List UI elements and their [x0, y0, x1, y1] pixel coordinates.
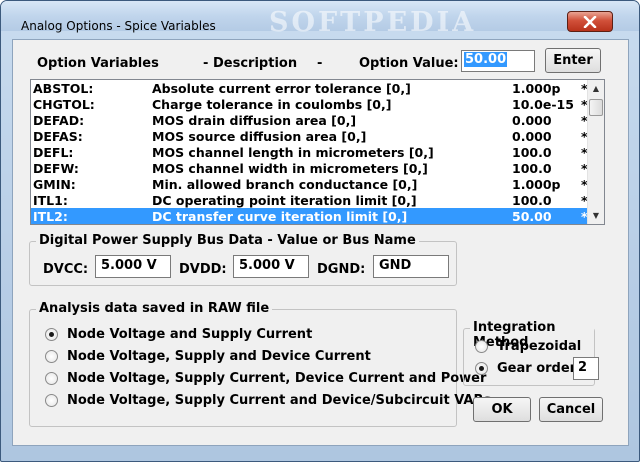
raw-option-radio[interactable] — [45, 328, 58, 341]
raw-option-radio[interactable] — [45, 350, 58, 363]
dvcc-label: DVCC: — [43, 262, 89, 277]
list-item[interactable]: CHGTOL: Charge tolerance in coulombs [0,]… — [31, 96, 588, 112]
gear-order-radio[interactable] — [475, 362, 488, 375]
variable-value: 0.000 — [512, 113, 552, 128]
scroll-up-arrow-icon[interactable]: ▲ — [588, 80, 604, 97]
list-item[interactable]: GMIN: Min. allowed branch conductance [0,… — [31, 176, 588, 192]
variable-name: ABSTOL: — [33, 81, 94, 96]
trapezoidal-label: Trapezoidal — [497, 339, 582, 354]
enter-button[interactable]: Enter — [545, 48, 601, 73]
scroll-down-arrow-icon[interactable]: ▼ — [588, 207, 604, 224]
gear-order-option[interactable]: Gear order: — [475, 361, 581, 376]
header-option-variables: Option Variables — [37, 56, 159, 71]
list-item[interactable]: ITL2: DC transfer curve iteration limit [… — [31, 208, 588, 224]
variable-value: 100.0 — [512, 145, 552, 160]
raw-option[interactable]: Node Voltage, Supply Current and Device/… — [45, 393, 491, 408]
dvdd-label: DVDD: — [179, 262, 227, 277]
dialog-client-area: Option Variables - Description - Option … — [12, 39, 629, 446]
list-item[interactable]: DEFAS: MOS source diffusion area [0,] 0.00… — [31, 128, 588, 144]
raw-option[interactable]: Node Voltage, Supply Current, Device Cur… — [45, 371, 486, 386]
variable-name: DEFW: — [33, 161, 79, 176]
raw-option-label: Node Voltage, Supply and Device Current — [67, 349, 371, 364]
variable-name: ITL1: — [33, 193, 68, 208]
gear-order-label: Gear order: — [497, 361, 582, 376]
gear-order-field[interactable]: 2 — [573, 357, 599, 380]
raw-option[interactable]: Node Voltage, Supply and Device Current — [45, 349, 371, 364]
raw-option-label: Node Voltage, Supply Current and Device/… — [67, 393, 492, 408]
variable-value: 10.0e-15 — [512, 97, 574, 112]
variable-description: MOS channel width in micrometers [0,] — [152, 161, 428, 176]
list-scrollbar[interactable]: ▲ ▼ — [587, 80, 604, 224]
variable-description: DC operating point iteration limit [0,] — [152, 193, 417, 208]
list-item[interactable]: DEFL: MOS channel length in micrometers [… — [31, 144, 588, 160]
variable-description: MOS drain diffusion area [0,] — [152, 113, 357, 128]
header-separator: - — [317, 56, 323, 71]
ok-button[interactable]: OK — [473, 397, 531, 422]
raw-option-radio[interactable] — [45, 394, 58, 407]
close-button[interactable] — [567, 11, 613, 32]
variable-name: ITL2: — [33, 209, 68, 224]
option-value-text: 50.00 — [464, 52, 508, 67]
raw-option[interactable]: Node Voltage and Supply Current — [45, 327, 312, 342]
power-group-title: Digital Power Supply Bus Data - Value or… — [36, 233, 419, 248]
variable-description: DC transfer curve iteration limit [0,] — [152, 209, 408, 224]
variable-value: 0.000 — [512, 129, 552, 144]
variable-name: DEFAS: — [33, 129, 83, 144]
dgnd-label: DGND: — [317, 262, 366, 277]
variable-name: DEFAD: — [33, 113, 85, 128]
variable-name: DEFL: — [33, 145, 74, 160]
variable-description: MOS source diffusion area [0,] — [152, 129, 367, 144]
header-option-value: Option Value: — [359, 56, 459, 71]
variable-value: 50.00 — [512, 209, 552, 224]
dvdd-field[interactable]: 5.000 V — [233, 255, 309, 278]
variable-name: CHGTOL: — [33, 97, 95, 112]
cancel-button[interactable]: Cancel — [539, 397, 603, 422]
variable-value: 1.000p — [512, 81, 561, 96]
variable-value: 1.000p — [512, 177, 561, 192]
dvcc-field[interactable]: 5.000 V — [95, 255, 171, 278]
option-value-input[interactable]: 50.00 — [461, 50, 535, 72]
header-separator: - — [203, 56, 209, 71]
variable-description: Charge tolerance in coulombs [0,] — [152, 97, 392, 112]
list-item[interactable]: DEFAD: MOS drain diffusion area [0,] 0.000… — [31, 112, 588, 128]
variables-list[interactable]: ABSTOL: Absolute current error tolerance … — [30, 79, 605, 225]
scroll-thumb[interactable] — [589, 99, 603, 116]
variable-description: MOS channel length in micrometers [0,] — [152, 145, 434, 160]
window-title: Analog Options - Spice Variables — [21, 19, 216, 33]
trapezoidal-option[interactable]: Trapezoidal — [475, 339, 581, 354]
list-item[interactable]: DEFW: MOS channel width in micrometers [0… — [31, 160, 588, 176]
trapezoidal-radio[interactable] — [475, 340, 488, 353]
list-item[interactable]: ABSTOL: Absolute current error tolerance … — [31, 80, 588, 96]
raw-option-label: Node Voltage, Supply Current, Device Cur… — [67, 371, 487, 386]
close-icon — [583, 15, 597, 28]
raw-group-title: Analysis data saved in RAW file — [36, 301, 273, 316]
dialog-window: Analog Options - Spice Variables SOFTPED… — [0, 0, 640, 462]
header-description: Description — [213, 56, 298, 71]
variable-name: GMIN: — [33, 177, 76, 192]
raw-option-radio[interactable] — [45, 372, 58, 385]
variable-description: Min. allowed branch conductance [0,] — [152, 177, 418, 192]
list-item[interactable]: ITL1: DC operating point iteration limit … — [31, 192, 588, 208]
watermark-logo: SOFTPEDIA — [269, 7, 477, 38]
title-bar[interactable]: Analog Options - Spice Variables SOFTPED… — [1, 1, 639, 38]
variable-description: Absolute current error tolerance [0,] — [152, 81, 411, 96]
variable-value: 100.0 — [512, 161, 552, 176]
dgnd-field[interactable]: GND — [373, 255, 449, 278]
variable-value: 100.0 — [512, 193, 552, 208]
raw-option-label: Node Voltage and Supply Current — [67, 327, 313, 342]
